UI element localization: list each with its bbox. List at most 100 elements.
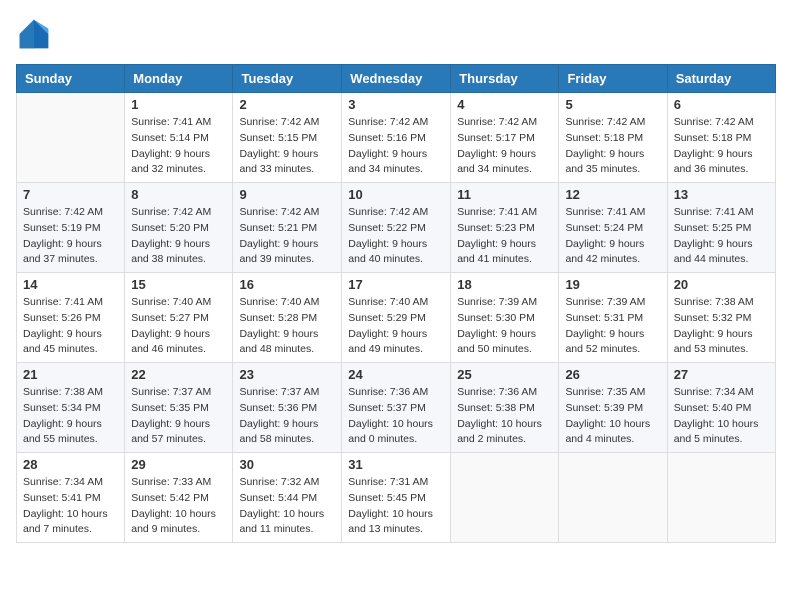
day-number: 3 <box>348 97 444 112</box>
week-row-2: 7Sunrise: 7:42 AMSunset: 5:19 PMDaylight… <box>17 183 776 273</box>
calendar-cell <box>17 93 125 183</box>
day-number: 9 <box>239 187 335 202</box>
column-header-monday: Monday <box>125 65 233 93</box>
day-number: 17 <box>348 277 444 292</box>
day-number: 26 <box>565 367 660 382</box>
day-info: Sunrise: 7:41 AMSunset: 5:26 PMDaylight:… <box>23 295 118 358</box>
calendar-cell: 21 Sunrise: 7:38 AMSunset: 5:34 PMDayligh… <box>17 363 125 453</box>
day-info: Sunrise: 7:42 AMSunset: 5:17 PMDaylight:… <box>457 115 552 178</box>
day-info: Sunrise: 7:33 AMSunset: 5:42 PMDaylight:… <box>131 475 226 538</box>
calendar-cell: 2 Sunrise: 7:42 AMSunset: 5:15 PMDaylight… <box>233 93 342 183</box>
day-info: Sunrise: 7:42 AMSunset: 5:22 PMDaylight:… <box>348 205 444 268</box>
day-number: 18 <box>457 277 552 292</box>
column-header-saturday: Saturday <box>667 65 775 93</box>
day-info: Sunrise: 7:37 AMSunset: 5:36 PMDaylight:… <box>239 385 335 448</box>
week-row-3: 14 Sunrise: 7:41 AMSunset: 5:26 PMDayligh… <box>17 273 776 363</box>
calendar-cell: 8 Sunrise: 7:42 AMSunset: 5:20 PMDaylight… <box>125 183 233 273</box>
column-header-thursday: Thursday <box>451 65 559 93</box>
calendar-cell: 31 Sunrise: 7:31 AMSunset: 5:45 PMDayligh… <box>342 453 451 543</box>
day-info: Sunrise: 7:32 AMSunset: 5:44 PMDaylight:… <box>239 475 335 538</box>
calendar-cell: 18Sunrise: 7:39 AMSunset: 5:30 PMDayligh… <box>451 273 559 363</box>
day-number: 5 <box>565 97 660 112</box>
day-info: Sunrise: 7:38 AMSunset: 5:34 PMDaylight:… <box>23 385 118 448</box>
day-number: 23 <box>239 367 335 382</box>
day-info: Sunrise: 7:40 AMSunset: 5:29 PMDaylight:… <box>348 295 444 358</box>
calendar-cell: 19 Sunrise: 7:39 AMSunset: 5:31 PMDayligh… <box>559 273 667 363</box>
day-number: 19 <box>565 277 660 292</box>
calendar-cell: 13 Sunrise: 7:41 AMSunset: 5:25 PMDayligh… <box>667 183 775 273</box>
day-info: Sunrise: 7:34 AMSunset: 5:41 PMDaylight:… <box>23 475 118 538</box>
column-header-tuesday: Tuesday <box>233 65 342 93</box>
calendar-cell: 9 Sunrise: 7:42 AMSunset: 5:21 PMDaylight… <box>233 183 342 273</box>
day-number: 20 <box>674 277 769 292</box>
day-number: 7 <box>23 187 118 202</box>
day-number: 14 <box>23 277 118 292</box>
calendar-cell: 15 Sunrise: 7:40 AMSunset: 5:27 PMDayligh… <box>125 273 233 363</box>
week-row-5: 28 Sunrise: 7:34 AMSunset: 5:41 PMDayligh… <box>17 453 776 543</box>
calendar-cell: 24 Sunrise: 7:36 AMSunset: 5:37 PMDayligh… <box>342 363 451 453</box>
calendar-cell <box>667 453 775 543</box>
calendar-cell: 14 Sunrise: 7:41 AMSunset: 5:26 PMDayligh… <box>17 273 125 363</box>
logo <box>16 16 56 52</box>
day-info: Sunrise: 7:35 AMSunset: 5:39 PMDaylight:… <box>565 385 660 448</box>
day-number: 10 <box>348 187 444 202</box>
calendar-cell: 16Sunrise: 7:40 AMSunset: 5:28 PMDayligh… <box>233 273 342 363</box>
page-header <box>16 16 776 52</box>
day-number: 29 <box>131 457 226 472</box>
week-row-4: 21 Sunrise: 7:38 AMSunset: 5:34 PMDayligh… <box>17 363 776 453</box>
logo-icon <box>16 16 52 52</box>
calendar-cell: 26 Sunrise: 7:35 AMSunset: 5:39 PMDayligh… <box>559 363 667 453</box>
column-header-friday: Friday <box>559 65 667 93</box>
column-header-wednesday: Wednesday <box>342 65 451 93</box>
day-info: Sunrise: 7:42 AMSunset: 5:21 PMDaylight:… <box>239 205 335 268</box>
day-number: 6 <box>674 97 769 112</box>
day-info: Sunrise: 7:37 AMSunset: 5:35 PMDaylight:… <box>131 385 226 448</box>
day-number: 28 <box>23 457 118 472</box>
day-number: 22 <box>131 367 226 382</box>
calendar-cell: 1Sunrise: 7:41 AMSunset: 5:14 PMDaylight… <box>125 93 233 183</box>
day-number: 25 <box>457 367 552 382</box>
calendar-cell: 28 Sunrise: 7:34 AMSunset: 5:41 PMDayligh… <box>17 453 125 543</box>
day-number: 16 <box>239 277 335 292</box>
day-number: 8 <box>131 187 226 202</box>
day-info: Sunrise: 7:41 AMSunset: 5:24 PMDaylight:… <box>565 205 660 268</box>
calendar-cell <box>451 453 559 543</box>
day-info: Sunrise: 7:41 AMSunset: 5:25 PMDaylight:… <box>674 205 769 268</box>
day-info: Sunrise: 7:41 AMSunset: 5:14 PMDaylight:… <box>131 115 226 178</box>
day-info: Sunrise: 7:36 AMSunset: 5:38 PMDaylight:… <box>457 385 552 448</box>
day-info: Sunrise: 7:39 AMSunset: 5:31 PMDaylight:… <box>565 295 660 358</box>
day-number: 12 <box>565 187 660 202</box>
calendar-cell: 17 Sunrise: 7:40 AMSunset: 5:29 PMDayligh… <box>342 273 451 363</box>
day-number: 15 <box>131 277 226 292</box>
day-info: Sunrise: 7:31 AMSunset: 5:45 PMDaylight:… <box>348 475 444 538</box>
day-info: Sunrise: 7:42 AMSunset: 5:16 PMDaylight:… <box>348 115 444 178</box>
calendar-cell <box>559 453 667 543</box>
day-info: Sunrise: 7:36 AMSunset: 5:37 PMDaylight:… <box>348 385 444 448</box>
day-info: Sunrise: 7:40 AMSunset: 5:27 PMDaylight:… <box>131 295 226 358</box>
calendar-cell: 23 Sunrise: 7:37 AMSunset: 5:36 PMDayligh… <box>233 363 342 453</box>
day-number: 2 <box>239 97 335 112</box>
day-info: Sunrise: 7:42 AMSunset: 5:20 PMDaylight:… <box>131 205 226 268</box>
calendar-cell: 27Sunrise: 7:34 AMSunset: 5:40 PMDayligh… <box>667 363 775 453</box>
day-info: Sunrise: 7:42 AMSunset: 5:15 PMDaylight:… <box>239 115 335 178</box>
calendar-cell: 3 Sunrise: 7:42 AMSunset: 5:16 PMDaylight… <box>342 93 451 183</box>
week-row-1: 1Sunrise: 7:41 AMSunset: 5:14 PMDaylight… <box>17 93 776 183</box>
calendar-cell: 7Sunrise: 7:42 AMSunset: 5:19 PMDaylight… <box>17 183 125 273</box>
day-number: 31 <box>348 457 444 472</box>
calendar-cell: 29 Sunrise: 7:33 AMSunset: 5:42 PMDayligh… <box>125 453 233 543</box>
day-info: Sunrise: 7:34 AMSunset: 5:40 PMDaylight:… <box>674 385 769 448</box>
day-number: 13 <box>674 187 769 202</box>
column-header-sunday: Sunday <box>17 65 125 93</box>
day-info: Sunrise: 7:38 AMSunset: 5:32 PMDaylight:… <box>674 295 769 358</box>
day-info: Sunrise: 7:42 AMSunset: 5:18 PMDaylight:… <box>565 115 660 178</box>
day-info: Sunrise: 7:42 AMSunset: 5:18 PMDaylight:… <box>674 115 769 178</box>
day-number: 21 <box>23 367 118 382</box>
calendar-cell: 4Sunrise: 7:42 AMSunset: 5:17 PMDaylight… <box>451 93 559 183</box>
calendar-table: SundayMondayTuesdayWednesdayThursdayFrid… <box>16 64 776 543</box>
calendar-cell: 12 Sunrise: 7:41 AMSunset: 5:24 PMDayligh… <box>559 183 667 273</box>
calendar-cell: 20 Sunrise: 7:38 AMSunset: 5:32 PMDayligh… <box>667 273 775 363</box>
day-number: 24 <box>348 367 444 382</box>
calendar-header-row: SundayMondayTuesdayWednesdayThursdayFrid… <box>17 65 776 93</box>
calendar-cell: 6 Sunrise: 7:42 AMSunset: 5:18 PMDaylight… <box>667 93 775 183</box>
calendar-cell: 10 Sunrise: 7:42 AMSunset: 5:22 PMDayligh… <box>342 183 451 273</box>
